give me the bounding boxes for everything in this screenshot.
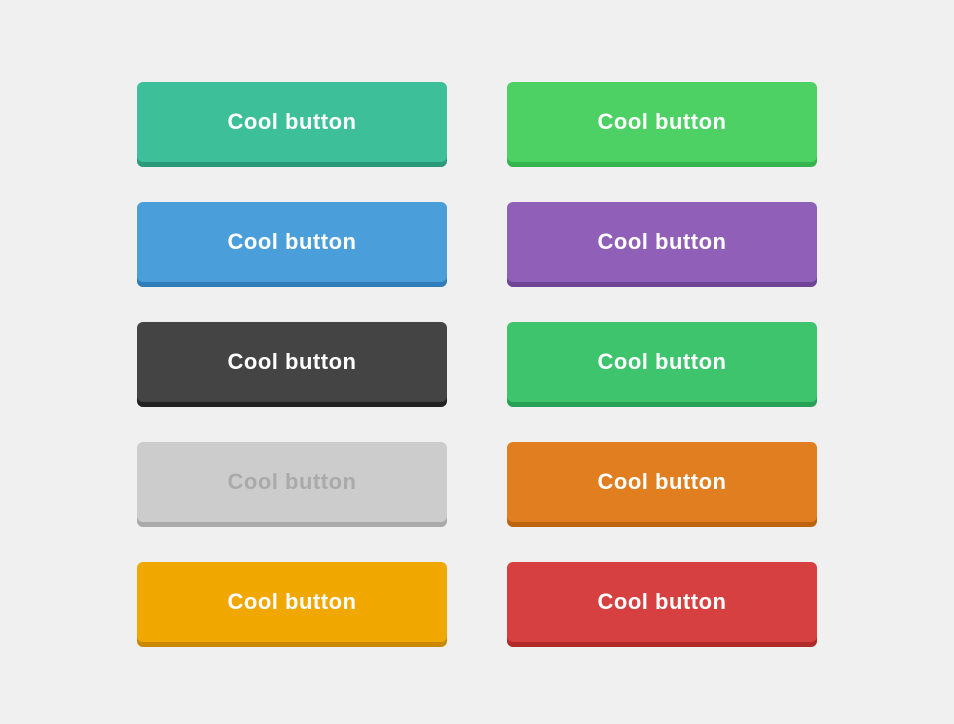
yellow-button[interactable]: Cool button (137, 562, 447, 642)
button-grid: Cool button Cool button Cool button Cool… (57, 32, 897, 692)
teal-button[interactable]: Cool button (137, 82, 447, 162)
dark-button[interactable]: Cool button (137, 322, 447, 402)
green2-button[interactable]: Cool button (507, 322, 817, 402)
green-button[interactable]: Cool button (507, 82, 817, 162)
red-button[interactable]: Cool button (507, 562, 817, 642)
purple-button[interactable]: Cool button (507, 202, 817, 282)
lightgray-button[interactable]: Cool button (137, 442, 447, 522)
blue-button[interactable]: Cool button (137, 202, 447, 282)
orange-button[interactable]: Cool button (507, 442, 817, 522)
